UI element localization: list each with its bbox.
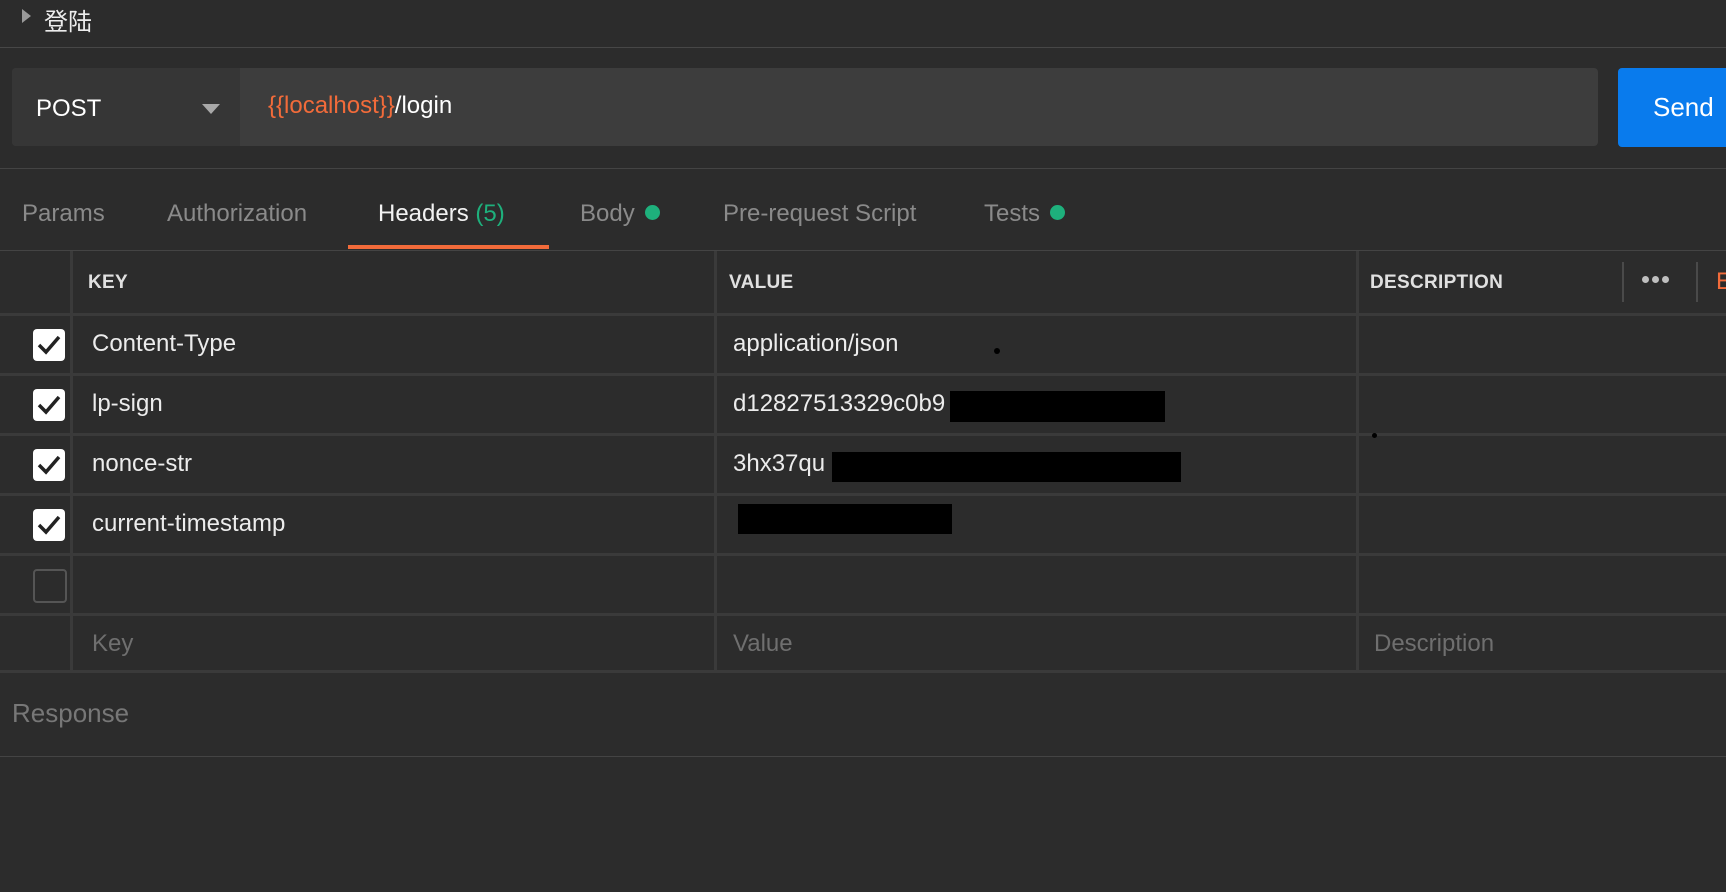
row-checkbox[interactable]	[33, 509, 65, 541]
tab-params[interactable]: Params	[22, 200, 105, 228]
tab-tests[interactable]: Tests	[984, 200, 1066, 228]
tab-body[interactable]: Body	[580, 200, 660, 228]
request-bar: POST {{localhost}}/login	[12, 68, 1598, 146]
more-options-icon[interactable]	[1642, 270, 1672, 288]
description-placeholder-input[interactable]: Description	[1374, 630, 1494, 658]
tab-body-label: Body	[580, 200, 635, 227]
caret-right-icon[interactable]	[22, 9, 31, 23]
tab-authorization[interactable]: Authorization	[167, 200, 307, 228]
status-dot-icon	[1050, 205, 1066, 220]
header-key[interactable]: current-timestamp	[92, 510, 285, 538]
tab-headers[interactable]: Headers (5)	[378, 200, 505, 228]
row-checkbox[interactable]	[33, 329, 65, 361]
stray-mark	[994, 348, 1000, 354]
divider	[0, 756, 1726, 757]
url-path: /login	[394, 92, 453, 119]
bulk-edit-link[interactable]: E	[1716, 268, 1726, 296]
header-separator	[1696, 262, 1698, 302]
redaction-block	[950, 391, 1165, 422]
url-input[interactable]: {{localhost}}/login	[268, 92, 452, 120]
column-header-key: KEY	[88, 272, 128, 293]
tab-tests-label: Tests	[984, 200, 1041, 227]
divider	[0, 168, 1726, 169]
header-key[interactable]: lp-sign	[92, 390, 163, 418]
breadcrumb: 登陆	[0, 0, 1726, 48]
method-label: POST	[36, 95, 102, 122]
url-variable: {{localhost}}	[268, 92, 395, 119]
value-placeholder-input[interactable]: Value	[733, 630, 793, 658]
redaction-block	[738, 504, 952, 534]
column-header-description: DESCRIPTION	[1370, 272, 1504, 293]
redaction-block	[832, 452, 1181, 482]
tab-headers-count: (5)	[475, 200, 505, 227]
header-value[interactable]: 3hx37qu	[733, 450, 825, 478]
tab-pre-request-script[interactable]: Pre-request Script	[723, 200, 916, 228]
send-button[interactable]: Send	[1618, 68, 1726, 147]
tab-headers-label: Headers	[378, 200, 469, 227]
chevron-down-icon	[202, 104, 220, 114]
request-title[interactable]: 登陆	[44, 2, 92, 37]
table-row	[0, 556, 1726, 616]
header-value[interactable]: d12827513329c0b9	[733, 390, 945, 418]
row-checkbox[interactable]	[33, 569, 67, 603]
header-separator	[1622, 262, 1624, 302]
send-label: Send	[1653, 92, 1714, 122]
row-checkbox[interactable]	[33, 449, 65, 481]
row-checkbox[interactable]	[33, 389, 65, 421]
response-label: Response	[12, 698, 130, 728]
method-select[interactable]: POST	[12, 68, 240, 146]
status-dot-icon	[644, 205, 660, 220]
header-key[interactable]: nonce-str	[92, 450, 192, 478]
column-header-value: VALUE	[729, 272, 794, 293]
header-value[interactable]: application/json	[733, 330, 898, 358]
header-key[interactable]: Content-Type	[92, 330, 236, 358]
active-tab-indicator	[348, 245, 549, 249]
key-placeholder-input[interactable]: Key	[92, 630, 133, 658]
